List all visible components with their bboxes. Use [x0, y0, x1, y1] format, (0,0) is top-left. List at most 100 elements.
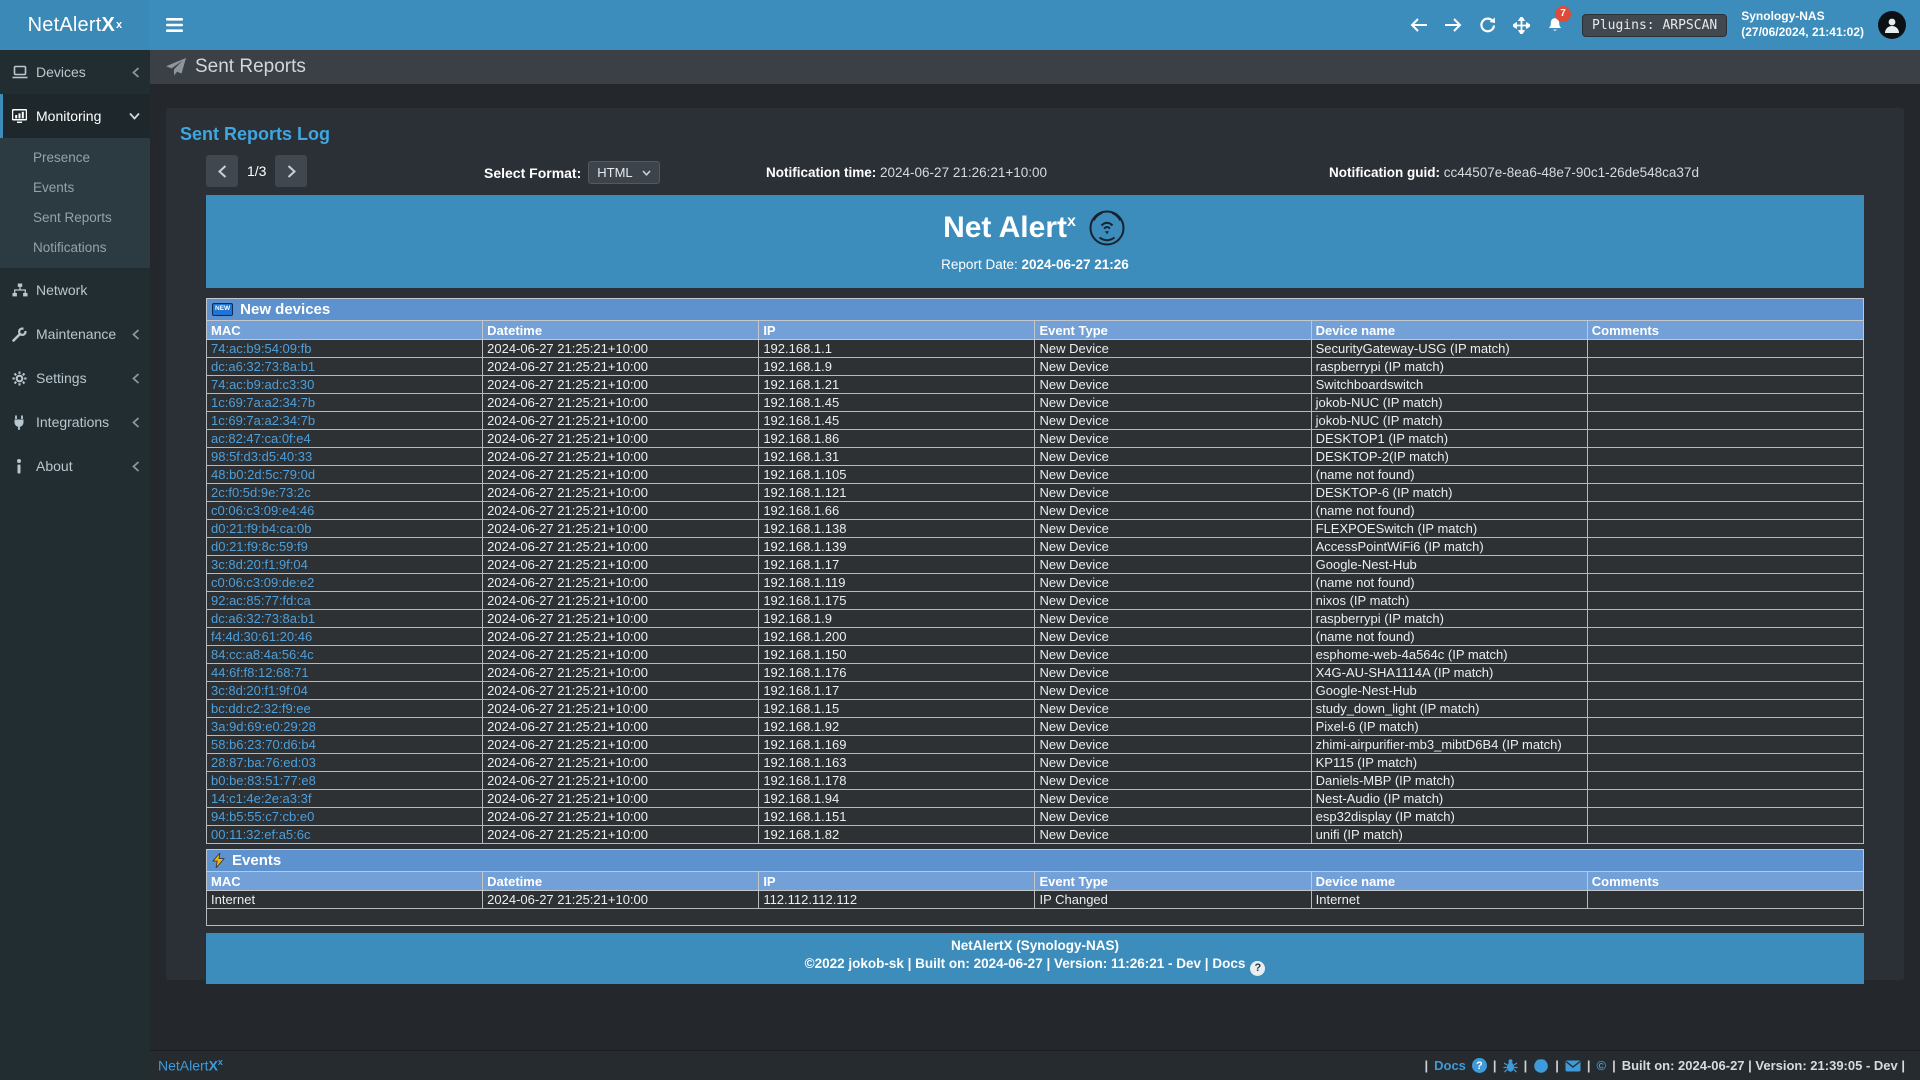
next-page-button[interactable]	[275, 155, 307, 187]
chevron-left-icon	[132, 373, 140, 384]
cell-device-name: Daniels-MBP (IP match)	[1311, 772, 1587, 790]
cell-comments	[1587, 358, 1863, 376]
mac-link[interactable]: 94:b5:55:c7:cb:e0	[211, 809, 314, 824]
copyright-icon[interactable]: ©	[1596, 1058, 1606, 1073]
mac-link[interactable]: ac:82:47:ca:0f:e4	[211, 431, 311, 446]
question-circle-icon[interactable]: ?	[1250, 961, 1265, 976]
mac-link[interactable]: f4:4d:30:61:20:46	[211, 629, 312, 644]
host-time: (27/06/2024, 21:41:02)	[1741, 25, 1864, 41]
cell-ip: 192.168.1.94	[759, 790, 1035, 808]
sidebar-item-notifications[interactable]: Notifications	[0, 233, 150, 263]
mac-link[interactable]: 74:ac:b9:ad:c3:30	[211, 377, 314, 392]
separator: |	[1424, 1058, 1428, 1073]
mac-link[interactable]: dc:a6:32:73:8a:b1	[211, 611, 315, 626]
mac-link[interactable]: 14:c1:4e:2e:a3:3f	[211, 791, 311, 806]
sent-reports-log-link[interactable]: Sent Reports Log	[180, 124, 330, 145]
github-icon[interactable]	[1533, 1058, 1549, 1073]
notifications-bell-icon[interactable]: 7	[1538, 0, 1572, 50]
mac-link[interactable]: 28:87:ba:76:ed:03	[211, 755, 316, 770]
host-name: Synology-NAS	[1741, 9, 1864, 25]
help-circle-icon[interactable]: ?	[1472, 1058, 1487, 1073]
cell-comments	[1587, 574, 1863, 592]
cell-datetime: 2024-06-27 21:25:21+10:00	[483, 592, 759, 610]
docs-link[interactable]: Docs	[1434, 1058, 1466, 1073]
table-row: 1c:69:7a:a2:34:7b2024-06-27 21:25:21+10:…	[207, 412, 1864, 430]
separator: |	[1612, 1058, 1616, 1073]
sidebar-item-settings[interactable]: Settings	[0, 356, 150, 400]
cell-event-type: New Device	[1035, 376, 1311, 394]
brand-text: NetAlert	[28, 14, 102, 37]
mac-link[interactable]: 3a:9d:69:e0:29:28	[211, 719, 316, 734]
sidebar-item-about[interactable]: About	[0, 444, 150, 488]
mac-link[interactable]: 3c:8d:20:f1:9f:04	[211, 683, 308, 698]
mac-link[interactable]: c0:06:c3:09:e4:46	[211, 503, 314, 518]
cell-mac: 48:b0:2d:5c:79:0d	[207, 466, 483, 484]
format-control: Select Format: HTML	[484, 161, 660, 184]
mac-link[interactable]: c0:06:c3:09:de:e2	[211, 575, 314, 590]
mac-link[interactable]: 48:b0:2d:5c:79:0d	[211, 467, 315, 482]
sidebar-toggle-icon[interactable]	[150, 0, 198, 50]
sidebar-item-network[interactable]: Network	[0, 268, 150, 312]
sidebar-item-maintenance[interactable]: Maintenance	[0, 312, 150, 356]
sidebar-item-monitoring[interactable]: Monitoring	[0, 94, 150, 138]
report-footer-line2: ©2022 jokob-sk | Built on: 2024-06-27 | …	[206, 956, 1864, 976]
app-logo[interactable]: NetAlertXx	[0, 0, 150, 50]
sidebar-item-sent-reports[interactable]: Sent Reports	[0, 203, 150, 233]
cell-mac: 14:c1:4e:2e:a3:3f	[207, 790, 483, 808]
cell-datetime: 2024-06-27 21:25:21+10:00	[483, 466, 759, 484]
footer-brand-link[interactable]: NetAlertXx	[158, 1057, 223, 1074]
move-icon[interactable]	[1504, 0, 1538, 50]
mac-link[interactable]: 3c:8d:20:f1:9f:04	[211, 557, 308, 572]
sidebar-item-integrations[interactable]: Integrations	[0, 400, 150, 444]
format-select[interactable]: HTML	[588, 161, 659, 184]
bug-report-icon[interactable]	[1503, 1058, 1518, 1073]
mac-link[interactable]: 44:6f:f8:12:68:71	[211, 665, 309, 680]
mac-link[interactable]: 1c:69:7a:a2:34:7b	[211, 413, 315, 428]
mac-link[interactable]: 2c:f0:5d:9e:73:2c	[211, 485, 311, 500]
cell-mac: 3c:8d:20:f1:9f:04	[207, 556, 483, 574]
monitoring-chart-icon	[12, 109, 36, 123]
mac-link[interactable]: 58:b6:23:70:d6:b4	[211, 737, 316, 752]
mac-link[interactable]: 92:ac:85:77:fd:ca	[211, 593, 311, 608]
prev-page-button[interactable]	[206, 155, 238, 187]
table-row: d0:21:f9:b4:ca:0b2024-06-27 21:25:21+10:…	[207, 520, 1864, 538]
cell-event-type: New Device	[1035, 682, 1311, 700]
sidebar-item-label: Maintenance	[36, 326, 116, 342]
cell-ip: 192.168.1.17	[759, 556, 1035, 574]
back-icon[interactable]	[1402, 0, 1436, 50]
sidebar: Devices Monitoring Presence Events Sent …	[0, 50, 150, 1080]
cell-datetime: 2024-06-27 21:25:21+10:00	[483, 340, 759, 358]
mac-link[interactable]: b0:be:83:51:77:e8	[211, 773, 316, 788]
mac-link[interactable]: bc:dd:c2:32:f9:ee	[211, 701, 311, 716]
cell-event-type: New Device	[1035, 340, 1311, 358]
forward-icon[interactable]	[1436, 0, 1470, 50]
section-title: Events	[232, 852, 281, 869]
mac-link[interactable]: 1c:69:7a:a2:34:7b	[211, 395, 315, 410]
chevron-down-icon	[129, 112, 140, 120]
table-row: 00:11:32:ef:a5:6c2024-06-27 21:25:21+10:…	[207, 826, 1864, 844]
mac-link[interactable]: d0:21:f9:b4:ca:0b	[211, 521, 311, 536]
cell-event-type: New Device	[1035, 538, 1311, 556]
table-row: b0:be:83:51:77:e82024-06-27 21:25:21+10:…	[207, 772, 1864, 790]
mac-link[interactable]: 98:5f:d3:d5:40:33	[211, 449, 312, 464]
mac-link[interactable]: 84:cc:a8:4a:56:4c	[211, 647, 314, 662]
mac-link[interactable]: dc:a6:32:73:8a:b1	[211, 359, 315, 374]
cell-mac: 84:cc:a8:4a:56:4c	[207, 646, 483, 664]
cell-datetime: 2024-06-27 21:25:21+10:00	[483, 682, 759, 700]
cell-ip: 192.168.1.15	[759, 700, 1035, 718]
cell-comments	[1587, 754, 1863, 772]
email-icon[interactable]	[1565, 1060, 1581, 1072]
mac-link[interactable]: 74:ac:b9:54:09:fb	[211, 341, 311, 356]
page-footer: NetAlertXx | Docs ? | | | | © | Built on…	[150, 1050, 1920, 1080]
mac-link[interactable]: 00:11:32:ef:a5:6c	[211, 827, 311, 842]
user-avatar[interactable]	[1878, 11, 1906, 39]
footer-build-info: Built on: 2024-06-27 | Version: 21:39:05…	[1622, 1058, 1905, 1073]
sidebar-item-presence[interactable]: Presence	[0, 143, 150, 173]
table-row: 74:ac:b9:54:09:fb 2024-06-27 21:25:21+10:…	[207, 340, 1864, 358]
refresh-icon[interactable]	[1470, 0, 1504, 50]
sidebar-item-devices[interactable]: Devices	[0, 50, 150, 94]
cell-event-type: New Device	[1035, 484, 1311, 502]
cell-datetime: 2024-06-27 21:25:21+10:00	[483, 394, 759, 412]
mac-link[interactable]: d0:21:f9:8c:59:f9	[211, 539, 308, 554]
sidebar-item-events[interactable]: Events	[0, 173, 150, 203]
